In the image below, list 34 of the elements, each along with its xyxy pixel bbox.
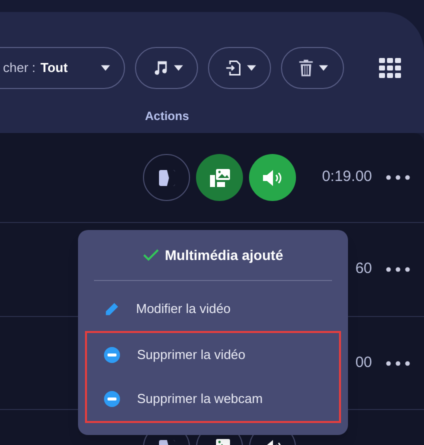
section-label: Actions — [145, 108, 190, 125]
split-toggle-button[interactable] — [143, 154, 190, 201]
caret-icon — [318, 64, 328, 70]
checkmark-icon — [142, 249, 159, 261]
menu-item[interactable]: Modifier la vidéo — [85, 287, 341, 331]
duration-text: 0:19.00 — [322, 167, 372, 188]
music-dropdown-button[interactable] — [135, 46, 198, 88]
duration-text: 00 — [355, 352, 372, 373]
popup-title: Multimédia ajouté — [164, 246, 284, 265]
image-film-icon — [210, 168, 230, 186]
filter-dropdown[interactable]: cher : Tout — [0, 46, 125, 88]
minus-circle-icon — [104, 347, 120, 363]
more-options-icon[interactable] — [386, 267, 410, 272]
contrast-icon — [158, 170, 174, 186]
speaker-icon — [262, 170, 282, 186]
caret-icon — [246, 64, 256, 70]
trash-icon — [298, 58, 314, 76]
media-toggle-button[interactable] — [196, 154, 243, 201]
menu-item[interactable]: Supprimer la vidéo — [87, 333, 339, 377]
filter-label: cher : — [3, 58, 36, 77]
more-options-icon[interactable] — [386, 360, 410, 366]
more-options-icon[interactable] — [386, 175, 410, 180]
pencil-icon — [104, 302, 119, 316]
caret-icon — [174, 64, 182, 70]
filter-value: Tout — [40, 58, 68, 77]
grid-menu-icon[interactable] — [379, 58, 401, 78]
sound-toggle-button[interactable] — [249, 154, 296, 201]
minus-circle-icon — [104, 391, 120, 407]
duration-text: 60 — [355, 259, 372, 280]
file-import-icon — [224, 58, 242, 76]
import-dropdown-button[interactable] — [208, 46, 271, 88]
trash-dropdown-button[interactable] — [281, 46, 344, 88]
caret-icon — [101, 64, 110, 70]
menu-item[interactable]: Supprimer la webcam — [87, 377, 339, 421]
